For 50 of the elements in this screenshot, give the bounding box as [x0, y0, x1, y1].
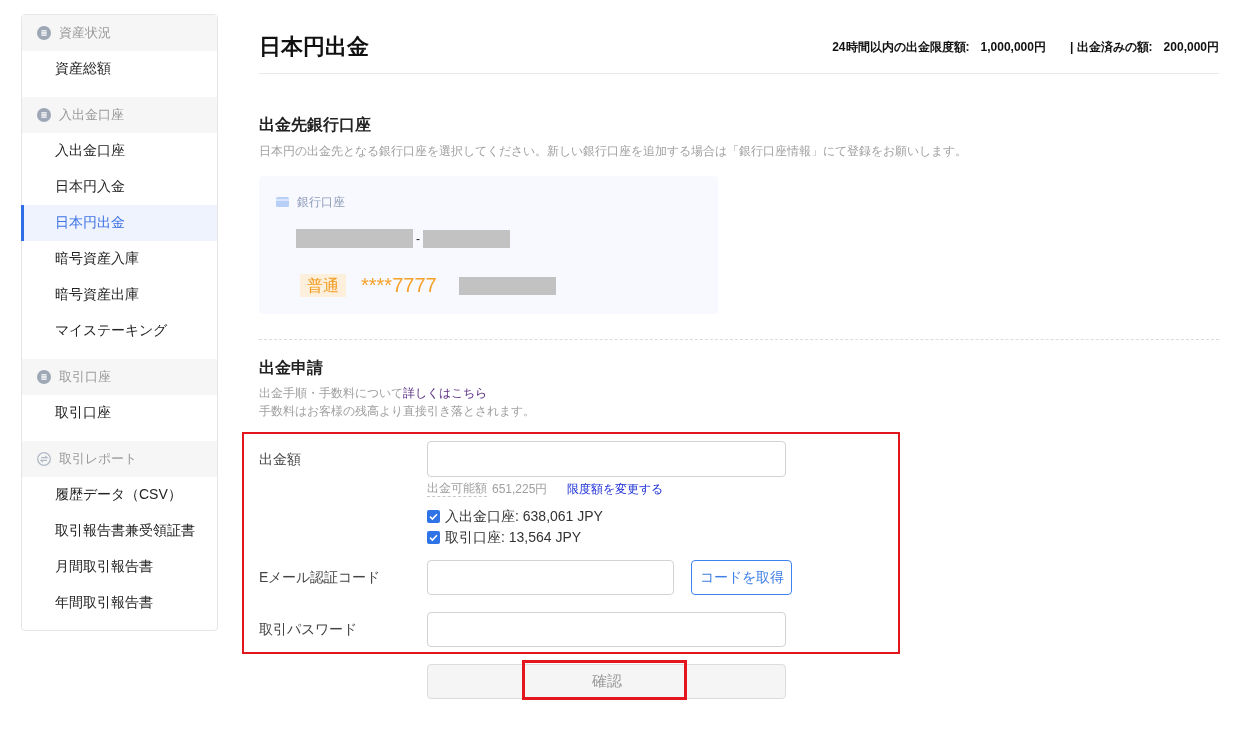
page-title: 日本円出金 — [259, 33, 369, 61]
limit-label: | 出金済みの額: — [1069, 38, 1153, 56]
available-amount-label: 出金可能額 — [427, 481, 487, 497]
limit-value: 1,000,000円 — [980, 38, 1046, 56]
card-icon — [276, 197, 289, 207]
sidebar-item[interactable]: 暗号資産出庫 — [21, 277, 217, 313]
sidebar-group-title: 取引レポート — [59, 450, 137, 468]
section-title: 出金申請 — [259, 358, 324, 378]
list-icon — [37, 26, 51, 40]
sidebar-item[interactable]: マイステーキング — [21, 313, 217, 349]
limit-label: 24時間以内の出金限度額: — [832, 38, 970, 56]
sidebar-item[interactable]: 取引報告書兼受領証書 — [21, 513, 217, 549]
section-description: 日本円の出金先となる銀行口座を選択してください。新しい銀行口座を追加する場合は「銀行口座情報」にて登録をお願いします。 — [259, 143, 968, 160]
account-number: ****7777 — [361, 274, 437, 297]
limit-change-link[interactable]: 限度額を変更する — [567, 480, 664, 498]
section-title: 出金先銀行口座 — [259, 115, 372, 135]
available-amount-value: 651,225円 — [492, 480, 548, 498]
input-field[interactable] — [427, 560, 674, 595]
sidebar-item[interactable]: 月間取引報告書 — [21, 549, 217, 585]
sidebar-item[interactable]: 入出金口座 — [21, 133, 217, 169]
checkbox-label: 取引口座: 13,564 JPY — [445, 528, 582, 547]
sidebar-item[interactable]: 日本円出金 — [21, 205, 217, 241]
exchange-icon — [37, 452, 51, 466]
sidebar-item[interactable]: 年間取引報告書 — [21, 585, 217, 621]
card-label: 銀行口座 — [297, 193, 345, 211]
sidebar-group-title: 資産状況 — [59, 24, 111, 42]
account-type-badge: 普通 — [300, 274, 346, 297]
sidebar-item[interactable]: 履歴データ（CSV） — [21, 477, 217, 513]
checkbox[interactable] — [427, 531, 440, 544]
sidebar-item[interactable]: 資産総額 — [21, 51, 217, 87]
form-label: 出金額 — [259, 450, 302, 469]
input-field[interactable] — [427, 612, 786, 647]
checkbox-label: 入出金口座: 638,061 JPY — [445, 507, 603, 526]
sidebar-group-title: 入出金口座 — [59, 106, 124, 124]
list-icon — [37, 108, 51, 122]
get-code-button[interactable]: コードを取得 — [691, 560, 792, 595]
sidebar-item[interactable]: 暗号資産入庫 — [21, 241, 217, 277]
sidebar-item[interactable]: 日本円入金 — [21, 169, 217, 205]
sidebar-item[interactable]: 取引口座 — [21, 395, 217, 431]
form-label: Eメール認証コード — [259, 568, 382, 587]
name-separator: - — [415, 231, 421, 246]
fee-note: 手数料はお客様の残高より直接引き落とされます。 — [259, 403, 536, 420]
list-icon — [37, 370, 51, 384]
input-field[interactable] — [427, 441, 786, 477]
fee-info-text: 出金手順・手数料について詳しくはこちら — [259, 385, 488, 402]
sidebar-group-title: 取引口座 — [59, 368, 111, 386]
checkbox[interactable] — [427, 510, 440, 523]
limit-value: 200,000円 — [1163, 38, 1219, 56]
form-label: 取引パスワード — [259, 620, 358, 639]
details-link[interactable]: 詳しくはこちら — [403, 386, 487, 400]
